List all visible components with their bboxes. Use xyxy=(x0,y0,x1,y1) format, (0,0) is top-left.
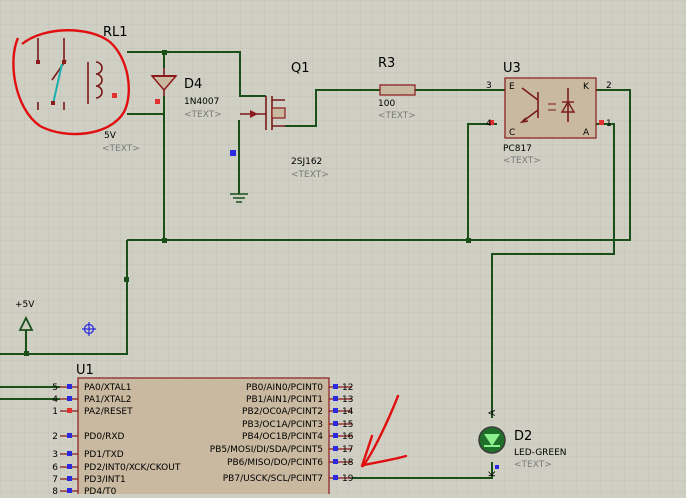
mcu-left-pin-marker xyxy=(67,384,72,389)
led-anode-label: A xyxy=(488,409,498,416)
mcu-right-pin-name: PB2/OC0A/PCINT2 xyxy=(242,407,323,417)
mcu-left-pin-name: PD4/T0 xyxy=(84,487,117,494)
resistor-text-placeholder: <TEXT> xyxy=(378,111,416,121)
mcu-left-pin-marker xyxy=(67,451,72,456)
relay-text-placeholder: <TEXT> xyxy=(102,144,140,154)
resistor-value: 100 xyxy=(378,99,395,109)
mcu-left-pin-name: PD2/INT0/XCK/CKOUT xyxy=(84,463,181,473)
resistor-ref: R3 xyxy=(378,56,395,71)
mcu-ref: U1 xyxy=(76,363,94,378)
mcu-left-pin-marker xyxy=(67,433,72,438)
mcu-right-pin-number: 12 xyxy=(342,383,353,393)
relay-ref: RL1 xyxy=(103,25,128,40)
relay-value: 5V xyxy=(104,131,117,141)
mcu-right-pin-name: PB3/OC1A/PCINT3 xyxy=(242,420,323,430)
mcu-right-pin-marker xyxy=(333,433,338,438)
mcu-left-pin-number: 2 xyxy=(52,432,58,442)
mcu-left-pin-number: 5 xyxy=(52,383,58,393)
u3-pin-a-label: A xyxy=(583,128,590,138)
diode-ref: D4 xyxy=(184,77,202,92)
mcu-left-pin-number: 7 xyxy=(52,475,58,485)
mcu-right-pin-number: 14 xyxy=(342,407,354,417)
mcu-left-pin-number: 3 xyxy=(52,450,58,460)
mcu-left-pin-name: PD1/TXD xyxy=(84,450,124,460)
led-ref: D2 xyxy=(514,429,532,444)
schematic-canvas[interactable]: RL1 5V <TEXT> D4 1N4007 <TEXT> Q1 2SJ162… xyxy=(0,0,686,498)
u3-pin-3-number: 3 xyxy=(486,81,492,91)
mcu-right-pin-name: PB0/AIN0/PCINT0 xyxy=(246,383,323,393)
led-text-placeholder: <TEXT> xyxy=(514,460,552,470)
mcu-right-pin-marker xyxy=(333,396,338,401)
mcu-right-pin-number: 16 xyxy=(342,432,354,442)
mcu-right-pin-name: PB7/USCK/SCL/PCINT7 xyxy=(223,474,323,484)
mcu-right-pin-name: PB1/AIN1/PCINT1 xyxy=(246,395,323,405)
mcu-left-pin-number: 6 xyxy=(52,463,58,473)
opto-value: PC817 xyxy=(503,144,532,154)
mcu-right-pin-marker xyxy=(333,384,338,389)
mcu-right-pin-number: 13 xyxy=(342,395,353,405)
power-label: +5V xyxy=(15,300,35,310)
schematic-svg[interactable]: RL1 5V <TEXT> D4 1N4007 <TEXT> Q1 2SJ162… xyxy=(0,0,686,498)
mcu-right-pin-name: PB6/MISO/DO/PCINT6 xyxy=(227,458,323,468)
mcu-left-pin-marker xyxy=(67,488,72,493)
mcu-right-pin-number: 19 xyxy=(342,474,354,484)
mcu-right-pin-number: 15 xyxy=(342,420,353,430)
led-value: LED-GREEN xyxy=(514,448,567,458)
mcu-left-pin-marker xyxy=(67,396,72,401)
mcu-left-pin-marker xyxy=(67,476,72,481)
u3-pin-c-label: C xyxy=(509,128,515,138)
mcu-left-pin-number: 8 xyxy=(52,487,58,494)
mcu-right-pin-number: 18 xyxy=(342,458,354,468)
u3-pin-2-number: 2 xyxy=(606,81,612,91)
mcu-right-pin-number: 17 xyxy=(342,445,353,455)
mcu-left-pin-name: PD3/INT1 xyxy=(84,475,126,485)
mosfet-ref: Q1 xyxy=(291,61,310,76)
mosfet-text-placeholder: <TEXT> xyxy=(291,170,329,180)
mcu-left-pin-marker xyxy=(67,408,72,413)
mcu-right-pin-marker xyxy=(333,446,338,451)
mcu-right-pin-marker xyxy=(333,459,338,464)
mosfet-value: 2SJ162 xyxy=(291,157,322,167)
diode-text-placeholder: <TEXT> xyxy=(184,110,222,120)
opto-ref: U3 xyxy=(503,61,521,76)
mcu-left-pin-number: 1 xyxy=(52,407,58,417)
mcu-right-pin-marker xyxy=(333,408,338,413)
mcu-right-pin-marker xyxy=(333,475,338,480)
mcu-left-pin-marker xyxy=(67,464,72,469)
mcu-right-pin-name: PB5/MOSI/DI/SDA/PCINT5 xyxy=(210,445,323,455)
mcu-right-pin-marker xyxy=(333,421,338,426)
diode-value: 1N4007 xyxy=(184,97,219,107)
mcu-left-pin-name: PA1/XTAL2 xyxy=(84,395,131,405)
opto-text-placeholder: <TEXT> xyxy=(503,156,541,166)
mcu-left-pin-name: PA2/RESET xyxy=(84,407,133,417)
u3-pin-e-label: E xyxy=(509,82,515,92)
u3-pin-4-number: 4 xyxy=(486,119,492,129)
mcu-right-pin-name: PB4/OC1B/PCINT4 xyxy=(242,432,323,442)
u3-pin-1-number: 1 xyxy=(606,119,612,129)
mcu-left-pin-name: PD0/RXD xyxy=(84,432,125,442)
mcu-left-pin-number: 4 xyxy=(52,395,58,405)
mcu-u1[interactable]: U1 5 PA0/XTAL1 4 PA1/XTAL2 1 PA2/RESET 2 PD0/RX… xyxy=(52,363,354,498)
mcu-left-pin-name: PA0/XTAL1 xyxy=(84,383,131,393)
